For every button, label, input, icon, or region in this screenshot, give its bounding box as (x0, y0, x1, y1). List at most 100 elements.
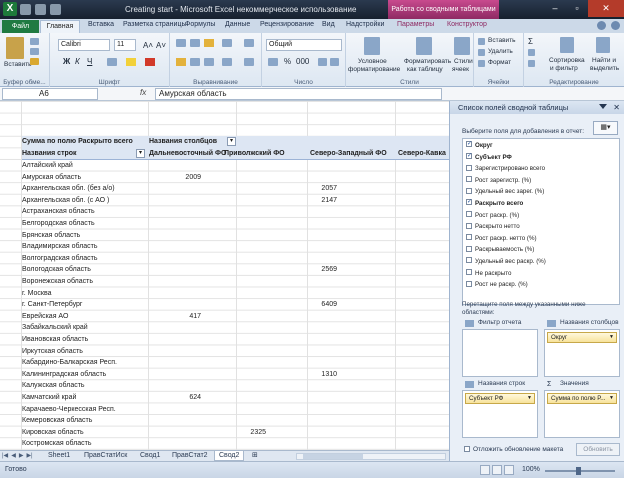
save-icon[interactable] (20, 4, 31, 15)
table-row[interactable]: Архангельская обл. (с АО ) 2147 (22, 195, 449, 207)
format-as-table-label-1[interactable]: Форматировать (404, 58, 451, 65)
decrease-decimal-icon[interactable] (330, 58, 339, 66)
sort-filter-label-1[interactable]: Сортировка (549, 57, 585, 64)
cell-styles-label-2[interactable]: ячеек (452, 66, 469, 73)
table-row[interactable]: Вологодская область 2569 (22, 264, 449, 276)
rows-field-chip[interactable]: Субъект РФ (465, 393, 535, 404)
sheet-tab[interactable]: Свод1 (136, 451, 164, 461)
defer-update-checkbox[interactable]: Отложить обновление макета (464, 446, 563, 453)
value-cell[interactable]: 6409 (297, 299, 337, 311)
columns-drop-area[interactable]: Округ (544, 329, 620, 377)
field-checkbox-item[interactable]: Удельный вес зарег. (%) (466, 186, 544, 198)
row-label[interactable]: Брянская область (22, 230, 80, 242)
delete-cells-label[interactable]: Удалить (488, 48, 513, 55)
rows-drop-area[interactable]: Субъект РФ (462, 390, 538, 438)
table-row[interactable]: Калужская область (22, 380, 449, 392)
checkbox[interactable] (466, 222, 472, 229)
columns-field-chip[interactable]: Округ (547, 332, 617, 343)
sheet-tab[interactable]: Sheet1 (44, 451, 74, 461)
table-row[interactable]: Иркутская область (22, 346, 449, 358)
scroll-thumb[interactable] (303, 454, 363, 459)
sort-filter-label-2[interactable]: и фильтр (550, 65, 578, 72)
normal-view-icon[interactable] (480, 465, 490, 475)
checkbox[interactable] (466, 164, 472, 171)
tab-insert[interactable]: Вставка (88, 21, 114, 28)
table-row[interactable]: Кировская область 2325 (22, 427, 449, 439)
close-icon[interactable]: ✕ (588, 0, 624, 17)
field-checkbox-item[interactable]: Рост зарегистр. (%) (466, 175, 531, 187)
checkbox-checked[interactable] (466, 197, 472, 209)
checkbox-checked[interactable] (466, 151, 472, 162)
zoom-level[interactable]: 100% (522, 466, 540, 473)
format-painter-icon[interactable] (30, 58, 39, 65)
table-row[interactable]: Кемеровская область (22, 415, 449, 427)
align-left-icon[interactable] (176, 58, 186, 66)
row-label[interactable]: Белгородская область (22, 218, 95, 230)
page-layout-view-icon[interactable] (492, 465, 502, 475)
checkbox-checked[interactable] (466, 139, 472, 151)
zoom-slider-knob[interactable] (576, 467, 581, 475)
table-row[interactable]: Кабардино-Балкарская Респ. (22, 357, 449, 369)
checkbox[interactable] (466, 234, 472, 241)
align-top-icon[interactable] (176, 39, 186, 47)
row-label[interactable]: Забайкальский край (22, 322, 88, 334)
next-sheet-icon[interactable]: ▶ (19, 452, 24, 459)
cell-styles-icon[interactable] (454, 37, 470, 55)
indent-icon[interactable] (222, 58, 232, 66)
value-cell[interactable]: 624 (161, 392, 201, 404)
align-bottom-icon[interactable] (204, 39, 214, 47)
conditional-format-label-2[interactable]: форматирование (348, 66, 400, 73)
row-label[interactable]: Иркутская область (22, 346, 83, 358)
minimize-icon[interactable]: – (544, 0, 566, 17)
percent-icon[interactable]: % (284, 57, 291, 66)
sheet-tab[interactable]: ПравСтатИск (80, 451, 131, 461)
row-label[interactable]: г. Санкт-Петербург (22, 299, 83, 311)
checkbox[interactable] (466, 280, 472, 287)
filter-drop-area[interactable] (462, 329, 538, 377)
shrink-font-icon[interactable]: A˅ (156, 41, 166, 50)
table-row[interactable]: Белгородская область (22, 218, 449, 230)
row-label[interactable]: Камчатский край (22, 392, 76, 404)
value-cell[interactable]: 1310 (297, 369, 337, 381)
table-row[interactable]: Воронежская область (22, 276, 449, 288)
update-button[interactable]: Обновить (576, 443, 620, 456)
checkbox[interactable] (466, 210, 472, 217)
row-label[interactable]: Кабардино-Балкарская Респ. (22, 357, 117, 369)
row-label[interactable]: Костромская область (22, 438, 92, 450)
worksheet[interactable]: Сумма по полю Раскрыто всего Названия ст… (0, 101, 449, 450)
font-name-box[interactable]: Calibri (58, 39, 110, 51)
row-label[interactable]: Алтайский край (22, 160, 73, 172)
checkbox[interactable] (466, 268, 472, 275)
field-checkbox-item[interactable]: Рост раскр. нетто (%) (466, 233, 537, 245)
field-checkbox-item[interactable]: Удельный вес раскр. (%) (466, 256, 546, 268)
bold-button[interactable]: Ж (63, 57, 70, 66)
table-row[interactable]: Алтайский край (22, 160, 449, 172)
tab-formulas[interactable]: Формулы (185, 21, 215, 28)
table-row[interactable]: Амурская область 2009 (22, 172, 449, 184)
close-panel-icon[interactable]: ✕ (613, 101, 620, 114)
value-cell[interactable]: 2325 (226, 427, 266, 439)
table-row[interactable]: Архангельская обл. (без а/о) 2057 (22, 183, 449, 195)
table-row[interactable]: г. Москва (22, 288, 449, 300)
align-right-icon[interactable] (204, 58, 214, 66)
currency-icon[interactable] (268, 58, 278, 66)
field-checkbox-item[interactable]: Раскрыто нетто (466, 221, 520, 233)
wrap-text-icon[interactable] (244, 39, 254, 47)
merge-center-icon[interactable] (244, 58, 254, 66)
font-size-box[interactable]: 11 (114, 39, 136, 51)
row-label[interactable]: Архангельская обл. (с АО ) (22, 195, 109, 207)
tab-addins[interactable]: Надстройки (346, 21, 384, 28)
format-as-table-label-2[interactable]: как таблицу (407, 66, 443, 73)
redo-icon[interactable] (50, 4, 61, 15)
tab-pivot-options[interactable]: Параметры (397, 21, 434, 28)
formula-input[interactable]: Амурская область (155, 88, 442, 100)
font-color-icon[interactable] (145, 58, 155, 66)
value-cell[interactable]: 2009 (161, 172, 201, 184)
paste-label[interactable]: Вставить (4, 61, 32, 68)
field-checkbox-item[interactable]: Зарегистрировано всего (466, 163, 545, 175)
help-icon[interactable] (611, 21, 620, 30)
value-cell[interactable]: 2057 (297, 183, 337, 195)
values-drop-area[interactable]: Сумма по полю Р... (544, 390, 620, 438)
field-checkbox-item[interactable]: Рост не раскр. (%) (466, 279, 528, 291)
find-select-label-2[interactable]: выделить (590, 65, 619, 72)
